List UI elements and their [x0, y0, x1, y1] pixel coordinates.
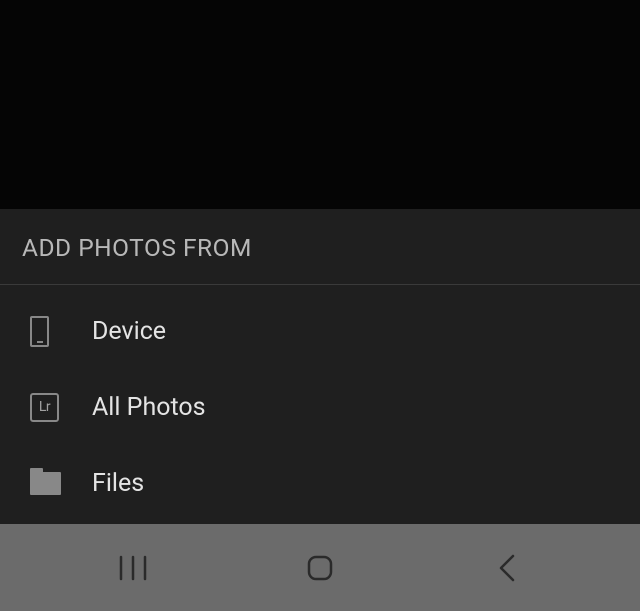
- home-button[interactable]: [260, 538, 380, 598]
- sheet-header: ADD PHOTOS FROM: [0, 209, 640, 285]
- menu-item-files[interactable]: Files: [0, 445, 640, 521]
- menu-item-label: All Photos: [92, 393, 206, 422]
- menu-item-label: Files: [92, 469, 144, 498]
- menu-item-label: Device: [92, 317, 166, 346]
- lightroom-icon: Lr: [22, 393, 92, 422]
- menu-item-all-photos[interactable]: Lr All Photos: [0, 369, 640, 445]
- bottom-sheet: ADD PHOTOS FROM Device Lr All Photos Fil…: [0, 209, 640, 524]
- recents-button[interactable]: [73, 538, 193, 598]
- recents-icon: [118, 555, 148, 581]
- folder-icon: [22, 472, 92, 495]
- home-icon: [306, 554, 334, 582]
- background-area: [0, 0, 640, 209]
- menu-list: Device Lr All Photos Files: [0, 285, 640, 521]
- menu-item-device[interactable]: Device: [0, 293, 640, 369]
- back-button[interactable]: [447, 538, 567, 598]
- sheet-title: ADD PHOTOS FROM: [22, 233, 618, 262]
- device-icon: [22, 316, 92, 347]
- back-icon: [496, 553, 518, 583]
- navigation-bar: [0, 524, 640, 611]
